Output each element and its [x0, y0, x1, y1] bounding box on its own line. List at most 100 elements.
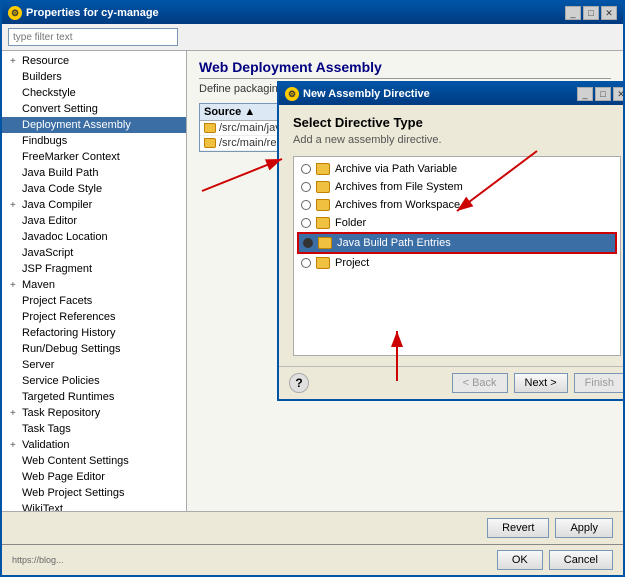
directive-project[interactable]: Project — [297, 254, 617, 272]
sidebar-item-javascript[interactable]: JavaScript — [2, 245, 186, 261]
sidebar-item-project-references[interactable]: Project References — [2, 309, 186, 325]
sidebar-item-label: Java Build Path — [22, 167, 98, 179]
folder-icon — [204, 138, 216, 148]
sidebar-item-label: Java Code Style — [22, 183, 102, 195]
directive-archive-workspace[interactable]: Archives from Workspace — [297, 196, 617, 214]
folder-icon — [316, 181, 330, 193]
apply-button[interactable]: Apply — [555, 518, 613, 538]
close-button[interactable]: ✕ — [601, 6, 617, 20]
maximize-button[interactable]: □ — [583, 6, 599, 20]
sidebar-item-label: Resource — [22, 55, 69, 67]
sidebar-item-label: FreeMarker Context — [22, 151, 120, 163]
directive-label: Archive via Path Variable — [335, 163, 457, 175]
window-title: Properties for cy-manage — [26, 7, 159, 19]
sidebar-item-checkstyle[interactable]: Checkstyle — [2, 85, 186, 101]
sidebar-item-label: Web Content Settings — [22, 455, 129, 467]
sidebar-item-jsp-fragment[interactable]: JSP Fragment — [2, 261, 186, 277]
sidebar-item-label: JSP Fragment — [22, 263, 92, 275]
sidebar-item-wikitext[interactable]: WikiText — [2, 501, 186, 511]
sidebar-item-java-build-path[interactable]: Java Build Path — [2, 165, 186, 181]
dialog-icon: ⚙ — [285, 87, 299, 101]
radio-icon — [301, 218, 311, 228]
sidebar-item-label: Project References — [22, 311, 116, 323]
folder-icon — [318, 237, 332, 249]
dialog-maximize-button[interactable]: □ — [595, 87, 611, 101]
dialog-close-button[interactable]: ✕ — [613, 87, 623, 101]
sidebar-item-refactoring-history[interactable]: Refactoring History — [2, 325, 186, 341]
sidebar-item-javadoc-location[interactable]: Javadoc Location — [2, 229, 186, 245]
dialog-heading: Select Directive Type — [293, 115, 621, 130]
title-bar-buttons: _ □ ✕ — [565, 6, 617, 20]
sidebar-item-label: Task Tags — [22, 423, 71, 435]
sidebar-item-deployment-assembly[interactable]: Deployment Assembly — [2, 117, 186, 133]
sidebar-item-label: Web Page Editor — [22, 471, 105, 483]
content-area: Resource Builders Checkstyle Convert Set… — [2, 51, 623, 511]
minimize-button[interactable]: _ — [565, 6, 581, 20]
sidebar-item-convert-setting[interactable]: Convert Setting — [2, 101, 186, 117]
directive-java-build-path[interactable]: Java Build Path Entries — [297, 232, 617, 254]
sidebar-item-label: Targeted Runtimes — [22, 391, 114, 403]
ok-bar: https://blog... OK Cancel — [2, 544, 623, 575]
sidebar-item-project-facets[interactable]: Project Facets — [2, 293, 186, 309]
sidebar-item-label: Builders — [22, 71, 62, 83]
next-button[interactable]: Next > — [514, 373, 568, 393]
filter-bar — [2, 24, 623, 51]
sidebar-item-java-code-style[interactable]: Java Code Style — [2, 181, 186, 197]
back-button[interactable]: < Back — [452, 373, 508, 393]
sidebar-item-findbugs[interactable]: Findbugs — [2, 133, 186, 149]
sidebar-item-label: Service Policies — [22, 375, 100, 387]
filter-input[interactable] — [8, 28, 178, 46]
directive-label: Folder — [335, 217, 366, 229]
sidebar-item-java-compiler[interactable]: Java Compiler — [2, 197, 186, 213]
folder-icon — [316, 217, 330, 229]
directive-label: Project — [335, 257, 369, 269]
sidebar-item-label: Maven — [22, 279, 55, 291]
sidebar-item-web-content-settings[interactable]: Web Content Settings — [2, 453, 186, 469]
sidebar-item-label: Checkstyle — [22, 87, 76, 99]
sidebar-item-freemarker[interactable]: FreeMarker Context — [2, 149, 186, 165]
folder-icon — [316, 257, 330, 269]
directive-folder[interactable]: Folder — [297, 214, 617, 232]
sidebar-item-targeted-runtimes[interactable]: Targeted Runtimes — [2, 389, 186, 405]
sidebar-item-label: Web Project Settings — [22, 487, 125, 499]
sidebar-item-run-debug-settings[interactable]: Run/Debug Settings — [2, 341, 186, 357]
sidebar-item-label: Java Compiler — [22, 199, 92, 211]
finish-button[interactable]: Finish — [574, 373, 623, 393]
sidebar-item-service-policies[interactable]: Service Policies — [2, 373, 186, 389]
sidebar-item-label: JavaScript — [22, 247, 73, 259]
dialog-content: Select Directive Type Add a new assembly… — [279, 105, 623, 366]
directive-archive-file-system[interactable]: Archives from File System — [297, 178, 617, 196]
sidebar-item-server[interactable]: Server — [2, 357, 186, 373]
sidebar-item-task-repository[interactable]: Task Repository — [2, 405, 186, 421]
help-button[interactable]: ? — [289, 373, 309, 393]
folder-icon — [204, 123, 216, 133]
sidebar-item-web-project-settings[interactable]: Web Project Settings — [2, 485, 186, 501]
right-panel: Web Deployment Assembly Define packaging… — [187, 51, 623, 511]
radio-icon — [303, 238, 313, 248]
bottom-bar: Revert Apply — [2, 511, 623, 544]
new-assembly-directive-dialog: ⚙ New Assembly Directive _ □ ✕ Select Di… — [277, 81, 623, 401]
sidebar-item-label: Validation — [22, 439, 70, 451]
directive-archive-path-variable[interactable]: Archive via Path Variable — [297, 160, 617, 178]
sidebar-item-validation[interactable]: Validation — [2, 437, 186, 453]
sidebar-item-java-editor[interactable]: Java Editor — [2, 213, 186, 229]
sidebar-item-maven[interactable]: Maven — [2, 277, 186, 293]
sidebar-item-label: Javadoc Location — [22, 231, 108, 243]
sidebar-item-resource[interactable]: Resource — [2, 53, 186, 69]
sidebar-item-label: Project Facets — [22, 295, 92, 307]
radio-icon — [301, 182, 311, 192]
sidebar-item-builders[interactable]: Builders — [2, 69, 186, 85]
sidebar-item-label: Refactoring History — [22, 327, 116, 339]
sidebar-item-label: Findbugs — [22, 135, 67, 147]
revert-button[interactable]: Revert — [487, 518, 549, 538]
sidebar-item-label: Convert Setting — [22, 103, 98, 115]
directive-list: Archive via Path Variable Archives from … — [293, 156, 621, 356]
sidebar-item-web-page-editor[interactable]: Web Page Editor — [2, 469, 186, 485]
cancel-button[interactable]: Cancel — [549, 550, 613, 570]
sidebar-item-label: Java Editor — [22, 215, 77, 227]
dialog-minimize-button[interactable]: _ — [577, 87, 593, 101]
dialog-title: New Assembly Directive — [303, 88, 430, 100]
ok-button[interactable]: OK — [497, 550, 543, 570]
radio-icon — [301, 164, 311, 174]
sidebar-item-task-tags[interactable]: Task Tags — [2, 421, 186, 437]
